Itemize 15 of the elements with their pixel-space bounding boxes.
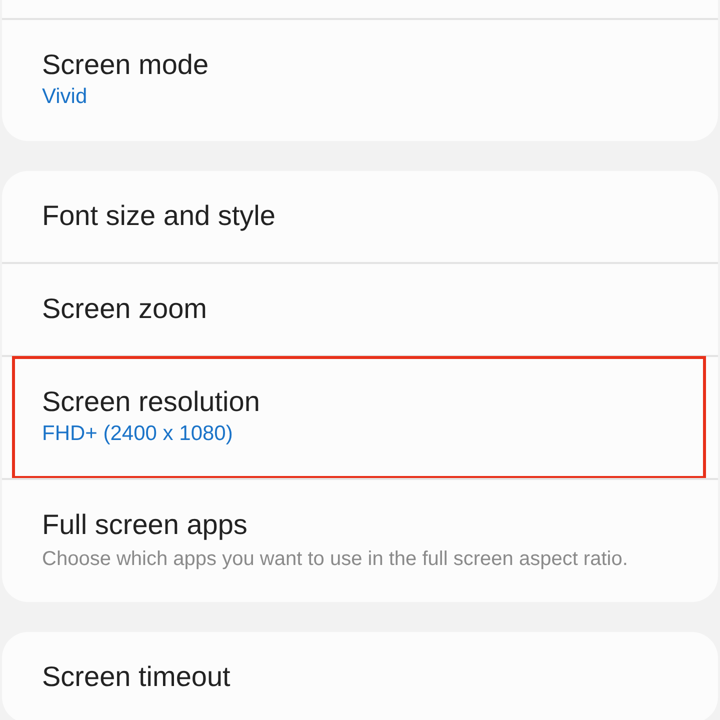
setting-item[interactable]: Screen mode Vivid	[2, 18, 718, 141]
setting-title: Screen zoom	[42, 292, 208, 326]
setting-item[interactable]: Full screen apps Choose which apps you want to use in the full screen aspect ratio.	[2, 478, 718, 602]
setting-title: Full screen apps	[42, 508, 248, 542]
setting-item[interactable]: Screen timeout	[2, 632, 718, 720]
setting-item[interactable]: Screen zoom	[2, 262, 718, 355]
setting-value: Vivid	[42, 84, 88, 110]
setting-value: FHD+ (2400 x 1080)	[42, 421, 234, 447]
setting-title: Screen mode	[42, 48, 210, 82]
setting-description: Choose which apps you want to use in the full screen aspect ratio.	[42, 547, 629, 572]
setting-item[interactable]: Font size and style	[2, 171, 718, 262]
highlighted-setting-item[interactable]: Screen resolution FHD+ (2400 x 1080)	[2, 355, 718, 478]
setting-title: Font size and style	[42, 199, 276, 233]
setting-title: Screen resolution	[42, 385, 261, 419]
setting-title: Screen timeout	[42, 660, 232, 694]
